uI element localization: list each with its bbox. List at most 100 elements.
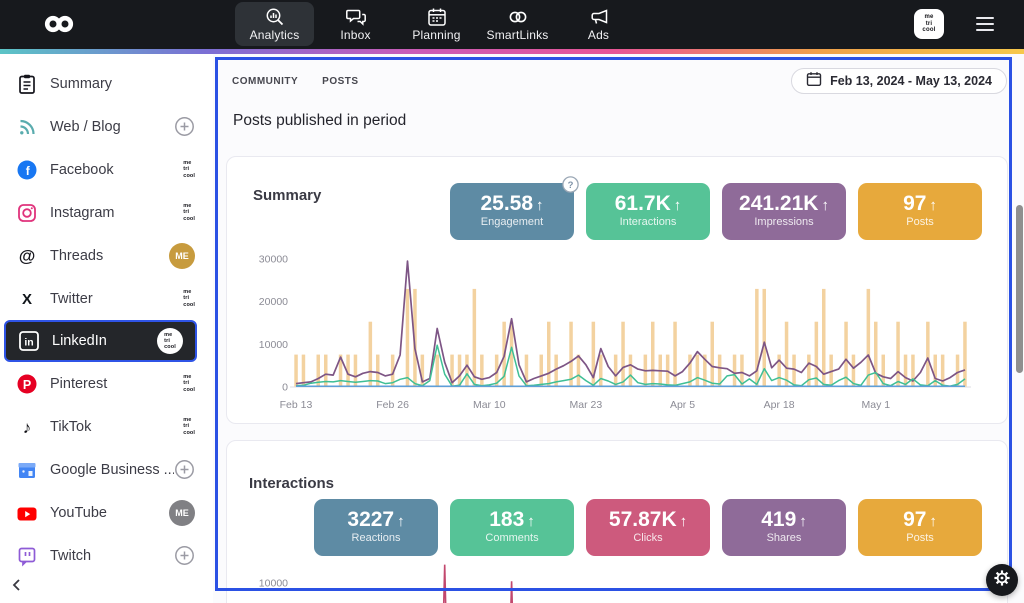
analytics-icon [264,7,286,27]
metricool-logo-icon[interactable] [42,14,76,39]
metricool-brand-badge: metricool [183,203,195,221]
metric-card-shares: 419↑Shares [722,499,846,556]
sidebar-item-linkedin[interactable]: inLinkedInmetricool [4,320,197,362]
interactions-card: Interactions 3227↑Reactions183↑Comments5… [226,440,1008,603]
app-window: AnalyticsInbox Planning SmartLinks Ads me t… [0,0,1024,603]
svg-text:0: 0 [282,382,288,394]
twitch-icon [15,544,39,568]
metricool-brand-badge: metricool [157,328,183,354]
svg-text:X: X [22,291,32,308]
inbox-icon [345,7,367,27]
sidebar-item-label: Pinterest [50,376,183,392]
analytics-main-panel: COMMUNITY POSTS Feb 13, 2024 - May 13, 2… [213,54,1024,603]
channels-sidebar: SummaryWeb / BlogfFacebookmetricoolInsta… [0,54,213,603]
sidebar-item-label: Instagram [50,205,183,221]
topnav-items: AnalyticsInbox Planning SmartLinks Ads [235,2,638,46]
date-range-picker[interactable]: Feb 13, 2024 - May 13, 2024 [791,68,1007,94]
summary-metrics-row: 25.58↑Engagement?61.7K↑Interactions241.2… [450,183,982,240]
add-connection-icon[interactable] [174,116,195,137]
metric-value: 57.87K [609,508,677,531]
account-badge[interactable]: me tri cool [914,9,944,39]
metric-value: 25.58 [480,192,533,215]
googlebiz-icon [15,458,39,482]
pinterest-icon: P [15,372,39,396]
sidebar-item-label: Threads [50,248,169,264]
sidebar-item-label: TikTok [50,419,183,435]
date-range-label: Feb 13, 2024 - May 13, 2024 [830,74,992,88]
ads-icon [588,7,610,27]
trend-up-arrow-icon: ↑ [536,197,544,214]
add-connection-icon[interactable] [174,459,195,480]
metric-card-impressions: 241.21K↑Impressions [722,183,846,240]
sidebar-item-pinterest[interactable]: P Pinterestmetricool [0,362,213,405]
svg-text:in: in [24,337,33,349]
summary-heading: Summary [253,187,321,204]
svg-text:10000: 10000 [259,339,288,351]
metricool-brand-badge: metricool [183,374,195,392]
tab-posts[interactable]: POSTS [322,76,358,87]
sidebar-item-label: Summary [50,76,195,92]
planning-icon [426,7,448,27]
sidebar-item-summary[interactable]: Summary [0,62,213,105]
topnav-label: Planning [412,28,460,42]
topnav-item-smartlinks[interactable]: SmartLinks [478,2,557,46]
sidebar-item-instagram[interactable]: Instagrammetricool [0,191,213,234]
sidebar-item-youtube[interactable]: YouTubeME [0,491,213,534]
metric-label: Interactions [620,216,677,228]
trend-up-arrow-icon: ↑ [799,513,807,530]
topnav-item-ads[interactable]: Ads [559,2,638,46]
topnav-item-analytics[interactable]: Analytics [235,2,314,46]
interactions-metrics-row: 3227↑Reactions183↑Comments57.87K↑Clicks4… [314,499,982,556]
add-connection-icon[interactable] [174,545,195,566]
interactions-heading: Interactions [249,475,334,492]
topnav-label: Ads [588,28,609,42]
instagram-icon [15,201,39,225]
summary-evolution-chart: 0100002000030000Feb 13Feb 26Mar 10Mar 23… [244,249,1004,419]
topnav-item-planning[interactable]: Planning [397,2,476,46]
top-navigation-bar: AnalyticsInbox Planning SmartLinks Ads me t… [0,0,1024,49]
metric-label: Reactions [352,532,401,544]
linkedin-icon: in [17,329,41,353]
settings-floating-button[interactable] [986,564,1018,596]
svg-text:P: P [23,377,31,391]
sidebar-item-web-blog[interactable]: Web / Blog [0,105,213,148]
svg-text:May 1: May 1 [862,399,891,411]
trend-up-arrow-icon: ↑ [527,513,535,530]
svg-text:Apr 5: Apr 5 [670,399,695,411]
vertical-scrollbar-thumb[interactable] [1016,205,1023,373]
metricool-brand-badge: metricool [183,417,195,435]
page-title: Posts published in period [233,112,406,130]
svg-text:@: @ [19,246,36,265]
metric-label: Comments [485,532,538,544]
svg-text:Mar 10: Mar 10 [473,399,506,411]
metric-value: 3227 [347,508,394,531]
metric-label: Posts [906,532,934,544]
svg-text:10000: 10000 [259,578,288,590]
sidebar-item-twitch[interactable]: Twitch [0,534,213,577]
sidebar-collapse-button[interactable] [9,577,25,598]
topnav-item-inbox[interactable]: Inbox [316,2,395,46]
account-badge-line: cool [922,27,935,34]
sidebar-item-label: Google Business ... [50,462,174,478]
trend-up-arrow-icon: ↑ [397,513,405,530]
tab-community[interactable]: COMMUNITY [232,76,298,87]
youtube-icon [15,501,39,525]
help-icon[interactable]: ? [562,176,579,198]
trend-up-arrow-icon: ↑ [821,197,829,214]
sidebar-item-threads[interactable]: @ThreadsME [0,234,213,277]
metric-value: 97 [903,192,926,215]
clipboard-icon [15,72,39,96]
sidebar-item-google-business[interactable]: Google Business ... [0,448,213,491]
gear-icon [993,569,1011,592]
svg-text:30000: 30000 [259,254,288,266]
sidebar-item-tiktok[interactable]: ♪TikTokmetricool [0,405,213,448]
threads-icon: @ [15,244,39,268]
sidebar-item-twitter[interactable]: XTwittermetricool [0,277,213,320]
sidebar-item-label: YouTube [50,505,169,521]
hamburger-menu-icon[interactable] [976,17,994,31]
facebook-icon: f [15,158,39,182]
metric-label: Clicks [633,532,662,544]
sidebar-item-facebook[interactable]: fFacebookmetricool [0,148,213,191]
metric-card-interactions: 61.7K↑Interactions [586,183,710,240]
metric-value: 241.21K [739,192,818,215]
